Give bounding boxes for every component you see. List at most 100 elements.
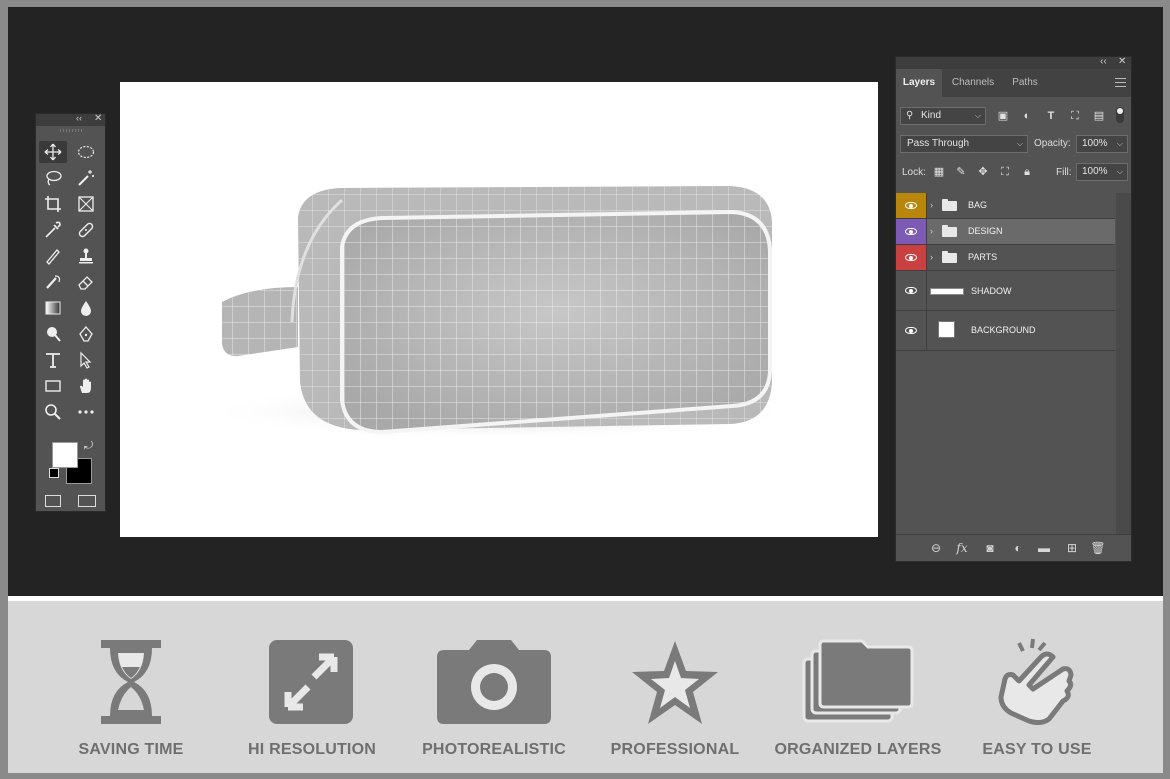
- shape-filter-icon[interactable]: ⛶: [1068, 109, 1082, 123]
- layer-row-parts[interactable]: › PARTS: [896, 245, 1115, 271]
- swap-colors-icon[interactable]: ⤾: [84, 440, 93, 453]
- zoom-tool[interactable]: [39, 401, 67, 423]
- document-canvas[interactable]: [120, 82, 878, 537]
- lock-pixels-icon[interactable]: ✎: [954, 165, 968, 179]
- elliptical-marquee-tool[interactable]: [72, 141, 100, 163]
- section-divider: [8, 596, 1163, 601]
- eyedropper-icon: [45, 221, 61, 238]
- eye-icon[interactable]: [905, 327, 917, 334]
- fx-icon[interactable]: fx: [954, 540, 970, 556]
- frame-tool[interactable]: [72, 193, 100, 215]
- clone-stamp-tool[interactable]: [72, 245, 100, 267]
- hourglass-icon: [101, 640, 161, 724]
- stamp-icon: [79, 248, 93, 264]
- feature-label: PROFESSIONAL: [610, 741, 740, 758]
- layers-scrollbar[interactable]: [1116, 193, 1131, 535]
- close-icon[interactable]: ✕: [94, 113, 102, 124]
- eye-icon[interactable]: [905, 228, 917, 235]
- link-icon[interactable]: ⊖: [928, 540, 944, 556]
- foreground-color-swatch[interactable]: [52, 442, 78, 468]
- rectangle-tool[interactable]: [39, 375, 67, 397]
- lock-transparency-icon[interactable]: ▦: [932, 165, 946, 179]
- hand-tool[interactable]: [72, 375, 100, 397]
- tab-layers[interactable]: Layers: [896, 69, 942, 97]
- type-filter-icon[interactable]: T: [1044, 109, 1058, 123]
- eye-icon[interactable]: [905, 287, 917, 294]
- layer-row-design[interactable]: › DESIGN: [896, 219, 1115, 245]
- layer-color-tag[interactable]: [896, 219, 927, 244]
- layers-panel-footer: ⊖ fx ◙ ◐ ▬ ⊞ 🗑︎: [896, 534, 1131, 561]
- collapse-icon[interactable]: ‹‹: [76, 113, 82, 123]
- new-group-icon[interactable]: ▬: [1036, 540, 1052, 556]
- layer-thumbnail: [930, 288, 964, 295]
- layers-panel-header[interactable]: ‹‹ ✕: [896, 56, 1131, 69]
- pixel-filter-icon[interactable]: ▣: [996, 109, 1010, 123]
- mask-icon[interactable]: ◙: [982, 540, 998, 556]
- pen-icon: [79, 326, 93, 342]
- smart-object-filter-icon[interactable]: ▤: [1092, 109, 1106, 123]
- more-tools[interactable]: [72, 401, 100, 423]
- layer-row-shadow[interactable]: SHADOW: [896, 271, 1115, 311]
- healing-brush-tool[interactable]: [72, 219, 100, 241]
- feature-saving-time: SAVING TIME: [31, 637, 231, 767]
- filter-toggle[interactable]: [1116, 107, 1124, 123]
- eye-icon[interactable]: [905, 202, 917, 209]
- filter-kind-value: Kind: [921, 110, 942, 121]
- hand-icon: [80, 378, 91, 393]
- gradient-tool[interactable]: [39, 297, 67, 319]
- magnifier-icon: [45, 404, 61, 420]
- filter-kind-select[interactable]: ⚲ Kind ⌵: [900, 107, 986, 125]
- dodge-tool[interactable]: [39, 323, 67, 345]
- opacity-field[interactable]: 100% ⌵: [1076, 135, 1128, 153]
- lock-artboard-icon[interactable]: ⛶: [998, 165, 1012, 179]
- layer-name: DESIGN: [968, 226, 1003, 236]
- trash-icon[interactable]: 🗑︎: [1090, 540, 1106, 556]
- layer-color-tag[interactable]: [896, 245, 927, 270]
- lasso-tool[interactable]: [39, 167, 67, 189]
- eraser-tool[interactable]: [72, 271, 100, 293]
- lock-all-icon[interactable]: 🔒︎: [1020, 165, 1034, 179]
- dodge-icon: [47, 327, 61, 342]
- blur-tool[interactable]: [72, 297, 100, 319]
- fill-value: 100%: [1082, 166, 1108, 177]
- adjustment-layer-icon[interactable]: ◐: [1010, 540, 1026, 556]
- tools-panel: ‹‹ ✕ ⤾: [35, 113, 106, 512]
- move-tool[interactable]: [39, 141, 67, 163]
- layer-row-bag[interactable]: › BAG: [896, 193, 1115, 219]
- eyedropper-tool[interactable]: [39, 219, 67, 241]
- magic-wand-tool[interactable]: [72, 167, 100, 189]
- feature-hi-resolution: HI RESOLUTION: [212, 637, 412, 767]
- brush-tool[interactable]: [39, 245, 67, 267]
- chevron-right-icon[interactable]: ›: [930, 200, 933, 210]
- path-selection-tool[interactable]: [72, 349, 100, 371]
- tab-paths[interactable]: Paths: [1004, 69, 1046, 97]
- layer-color-tag[interactable]: [896, 193, 927, 218]
- collapse-icon[interactable]: ‹‹: [1100, 56, 1107, 67]
- history-brush-tool[interactable]: [39, 271, 67, 293]
- crop-tool[interactable]: [39, 193, 67, 215]
- panel-menu-icon[interactable]: [1115, 78, 1126, 87]
- close-icon[interactable]: ✕: [1118, 56, 1126, 67]
- layer-row-background[interactable]: BACKGROUND: [896, 311, 1115, 351]
- tab-channels[interactable]: Channels: [944, 69, 1002, 97]
- eye-icon[interactable]: [905, 254, 917, 261]
- new-layer-icon[interactable]: ⊞: [1064, 540, 1080, 556]
- drop-icon: [81, 301, 91, 316]
- type-tool[interactable]: [39, 349, 67, 371]
- quick-mask-icon[interactable]: [45, 495, 61, 507]
- default-colors-icon[interactable]: [49, 468, 59, 478]
- toiletry-bag-mockup: [200, 186, 800, 440]
- layer-visibility-cell[interactable]: [896, 311, 927, 350]
- chevron-right-icon[interactable]: ›: [930, 252, 933, 262]
- chevron-right-icon[interactable]: ›: [930, 226, 933, 236]
- tools-panel-header[interactable]: ‹‹ ✕: [36, 113, 105, 126]
- tools-panel-grip[interactable]: [36, 126, 105, 136]
- feature-label: SAVING TIME: [78, 741, 184, 758]
- adjustment-filter-icon[interactable]: ◐: [1020, 109, 1034, 123]
- lock-position-icon[interactable]: ✥: [976, 165, 990, 179]
- layer-visibility-cell[interactable]: [896, 271, 927, 310]
- fill-field[interactable]: 100% ⌵: [1076, 163, 1128, 181]
- screen-mode-icon[interactable]: [78, 495, 96, 507]
- pen-tool[interactable]: [72, 323, 100, 345]
- blend-mode-select[interactable]: Pass Through ⌵: [900, 135, 1028, 153]
